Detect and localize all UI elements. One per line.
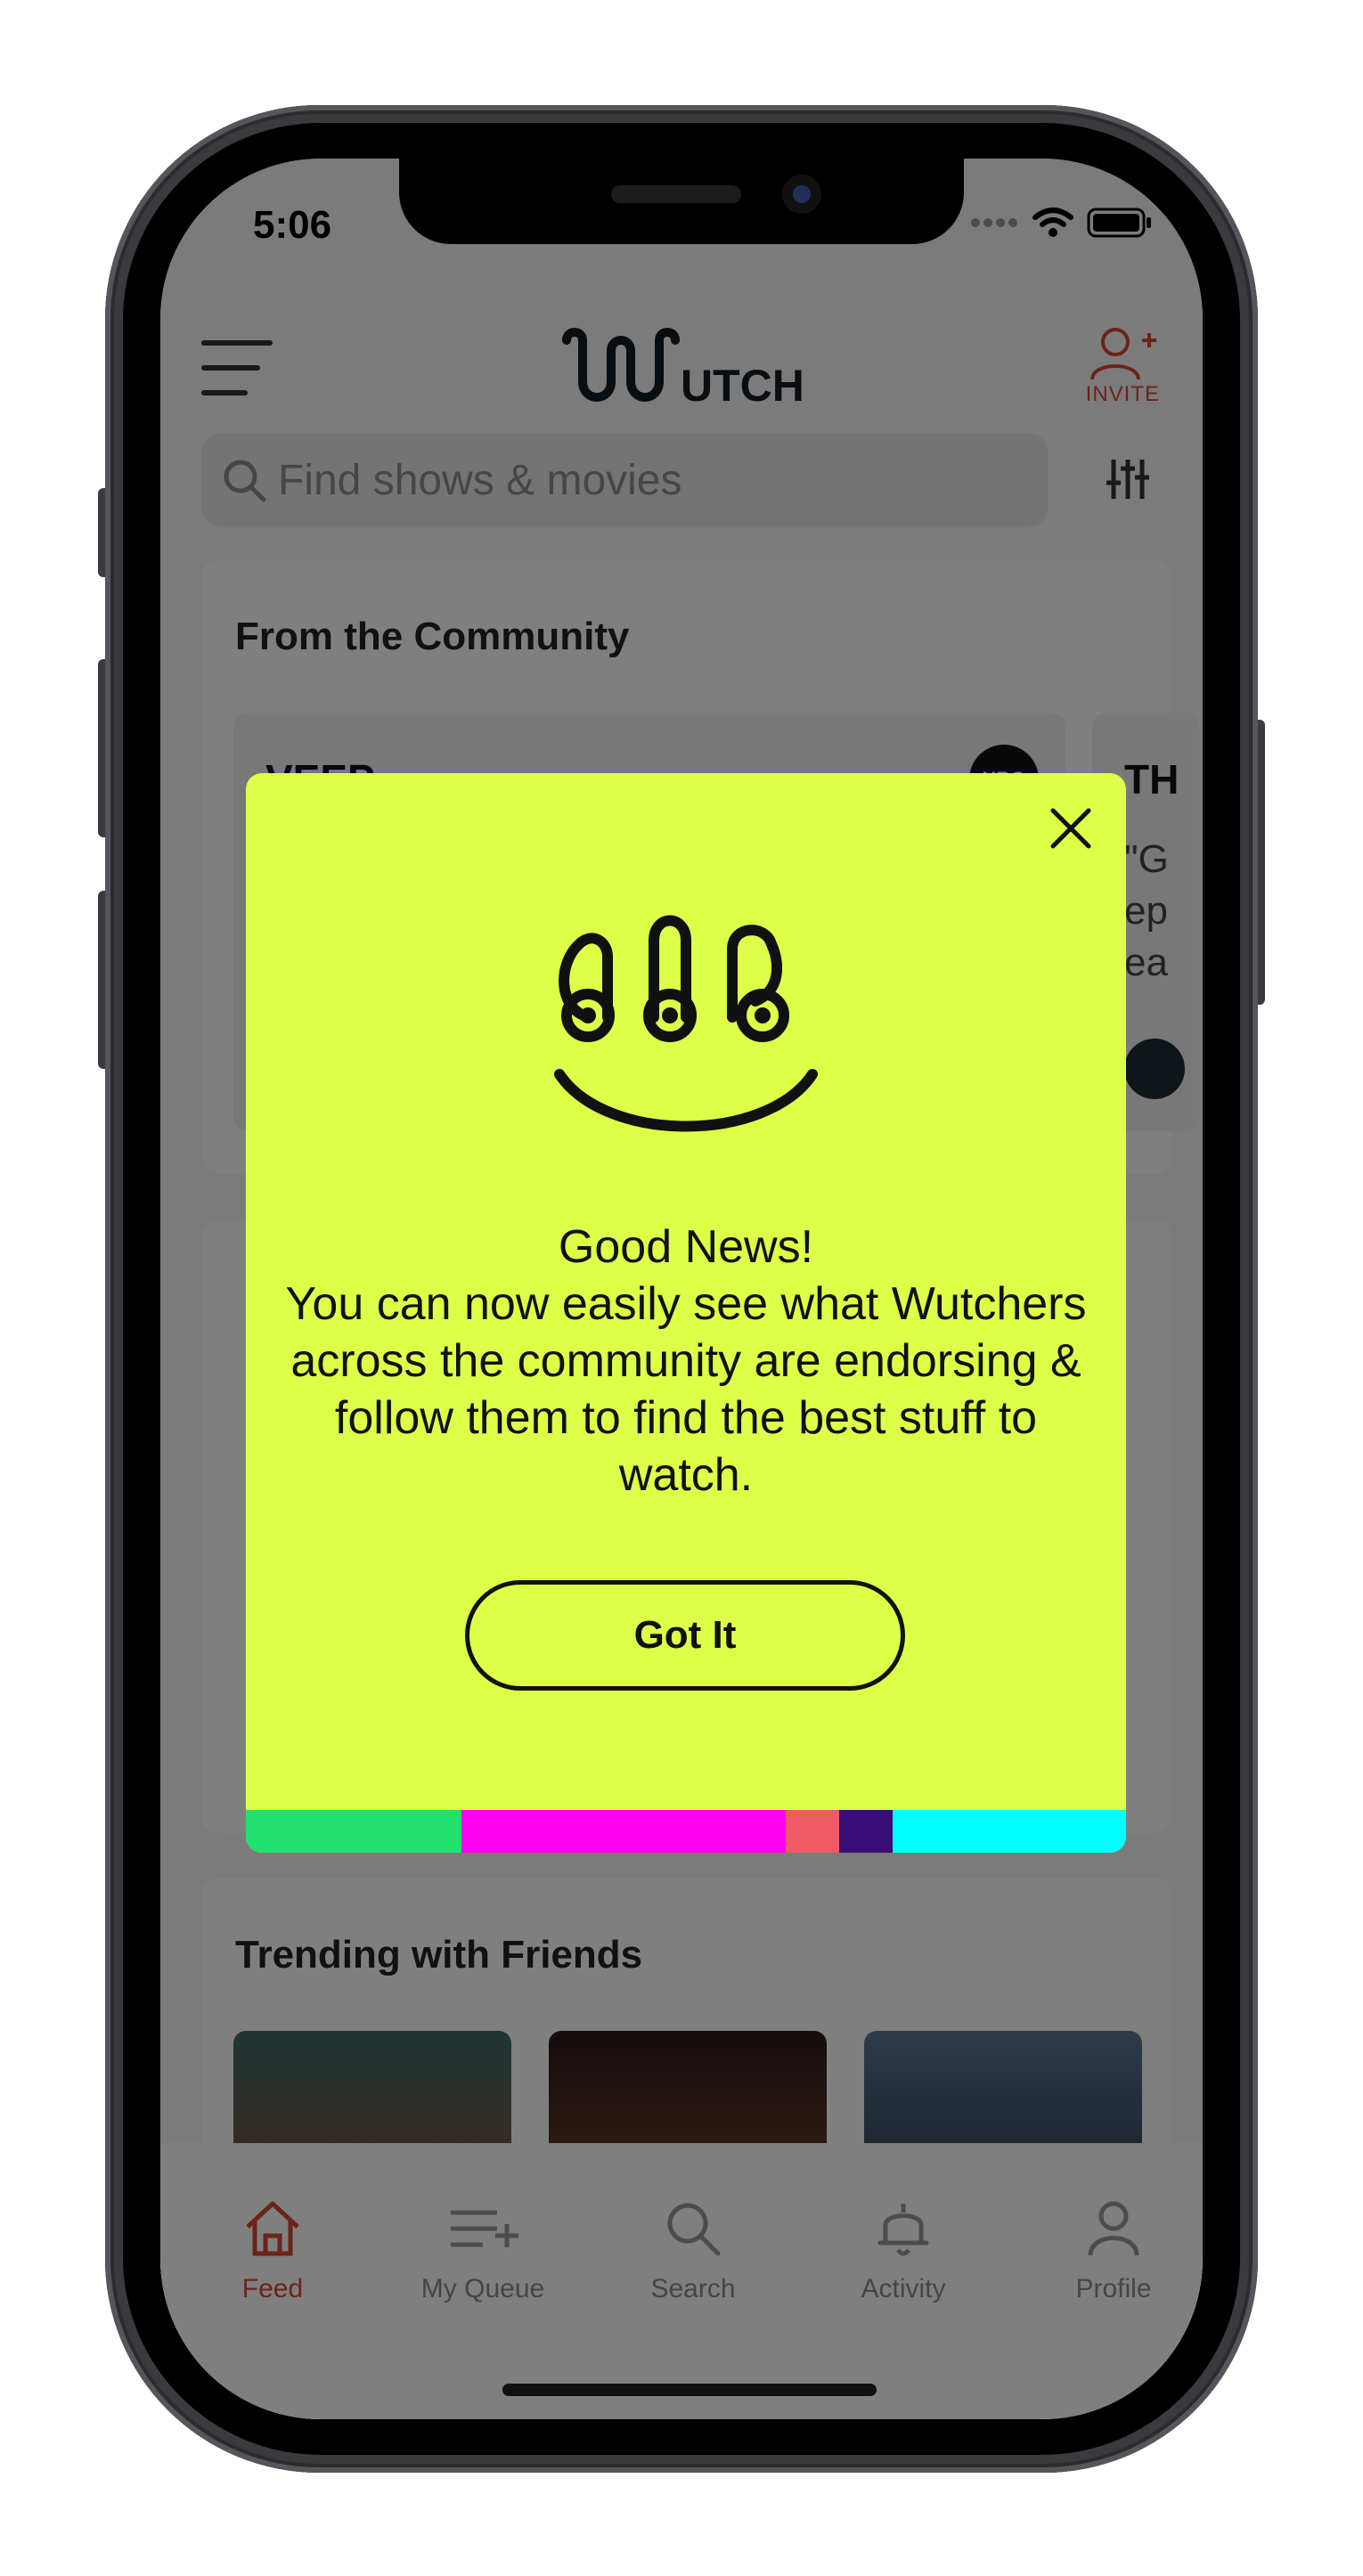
got-it-button[interactable]: Got It [465,1580,905,1691]
phone-screen: 5:06 UTCH [160,159,1203,2419]
strip-magenta [461,1810,786,1853]
wutch-mascot-icon [552,905,820,1150]
color-strip [246,1810,1126,1853]
modal-message: Good News! You can now easily see what W… [282,1219,1090,1504]
strip-coral [786,1810,839,1853]
modal-body: You can now easily see what Wutchers acr… [285,1278,1087,1501]
good-news-modal: Good News! You can now easily see what W… [246,773,1126,1853]
strip-purple [839,1810,893,1853]
notch [399,159,964,244]
strip-cyan [893,1810,1126,1853]
modal-headline: Good News! [558,1221,814,1273]
earpiece-speaker [611,185,741,203]
front-camera [782,175,821,214]
home-indicator[interactable] [502,2384,877,2396]
close-button[interactable] [1046,803,1096,853]
close-icon [1050,808,1091,849]
strip-green [246,1810,461,1853]
